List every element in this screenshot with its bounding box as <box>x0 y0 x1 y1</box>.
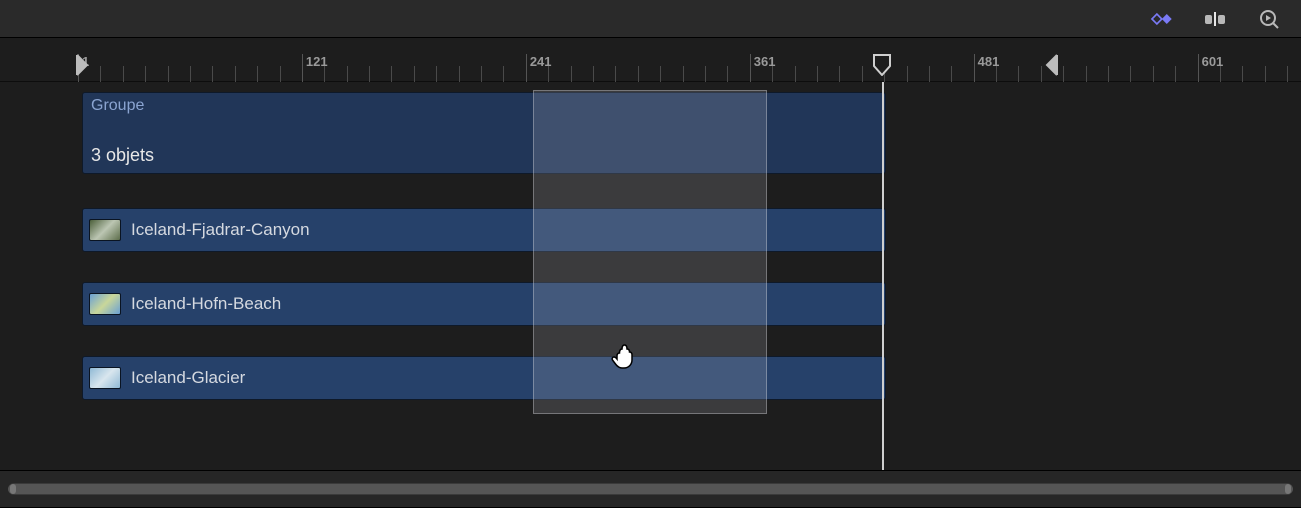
horizontal-scrollbar[interactable] <box>0 470 1301 508</box>
ruler-major-tick <box>302 54 303 82</box>
ruler-major-tick <box>974 54 975 82</box>
scrollbar-grip-right[interactable] <box>1285 484 1291 494</box>
ruler-minor-tick <box>862 66 863 82</box>
time-ruler[interactable]: 1121241361481601 <box>0 38 1301 82</box>
ruler-minor-tick <box>660 66 661 82</box>
keyframe-editor-icon[interactable] <box>1147 10 1175 28</box>
ruler-minor-tick <box>683 66 684 82</box>
ruler-minor-tick <box>1175 66 1176 82</box>
out-point-marker[interactable] <box>1044 54 1058 76</box>
group-title: Groupe <box>91 97 144 115</box>
ruler-minor-tick <box>347 66 348 82</box>
media-clip[interactable]: Iceland-Hofn-Beach <box>82 282 886 326</box>
playhead[interactable] <box>882 82 884 470</box>
ruler-minor-tick <box>168 66 169 82</box>
ruler-minor-tick <box>1153 66 1154 82</box>
ruler-minor-tick <box>280 66 281 82</box>
ruler-minor-tick <box>369 66 370 82</box>
playhead-handle[interactable] <box>873 54 891 76</box>
ruler-minor-tick <box>951 66 952 82</box>
ruler-minor-tick <box>190 66 191 82</box>
ruler-minor-tick <box>145 66 146 82</box>
ruler-label: 121 <box>306 54 328 69</box>
timeline-panel: 1121241361481601 Groupe 3 objets Iceland… <box>0 38 1301 470</box>
ruler-label: 361 <box>754 54 776 69</box>
preview-play-icon[interactable] <box>1255 10 1283 28</box>
ruler-minor-tick <box>638 66 639 82</box>
ruler-minor-tick <box>1108 66 1109 82</box>
scrollbar-track[interactable] <box>8 483 1293 495</box>
ruler-minor-tick <box>100 66 101 82</box>
ruler-minor-tick <box>1063 66 1064 82</box>
ruler-minor-tick <box>503 66 504 82</box>
group-subtitle: 3 objets <box>91 145 154 166</box>
ruler-minor-tick <box>391 66 392 82</box>
group-clip[interactable]: Groupe 3 objets <box>82 92 886 174</box>
clip-thumbnail <box>89 219 121 241</box>
ruler-minor-tick <box>929 66 930 82</box>
ruler-minor-tick <box>212 66 213 82</box>
ruler-minor-tick <box>1018 66 1019 82</box>
ruler-minor-tick <box>705 66 706 82</box>
ruler-minor-tick <box>1242 66 1243 82</box>
clip-label: Iceland-Glacier <box>131 368 245 388</box>
ruler-minor-tick <box>615 66 616 82</box>
ruler-minor-tick <box>593 66 594 82</box>
ruler-label: 601 <box>1202 54 1224 69</box>
ruler-minor-tick <box>1041 66 1042 82</box>
clip-label: Iceland-Hofn-Beach <box>131 294 281 314</box>
clip-thumbnail <box>89 367 121 389</box>
ruler-minor-tick <box>727 66 728 82</box>
scrollbar-thumb[interactable] <box>8 484 1293 494</box>
ruler-minor-tick <box>1265 66 1266 82</box>
marker-tool-icon[interactable] <box>1201 10 1229 28</box>
ruler-minor-tick <box>123 66 124 82</box>
clip-label: Iceland-Fjadrar-Canyon <box>131 220 310 240</box>
ruler-minor-tick <box>1287 66 1288 82</box>
scrollbar-grip-left[interactable] <box>10 484 16 494</box>
ruler-minor-tick <box>907 66 908 82</box>
ruler-label: 241 <box>530 54 552 69</box>
clip-thumbnail <box>89 293 121 315</box>
in-point-marker[interactable] <box>76 54 90 76</box>
ruler-minor-tick <box>839 66 840 82</box>
tracks-container: Groupe 3 objets Iceland-Fjadrar-Canyon Ic… <box>0 82 1301 470</box>
ruler-major-tick <box>750 54 751 82</box>
ruler-major-tick <box>526 54 527 82</box>
ruler-minor-tick <box>414 66 415 82</box>
ruler-major-tick <box>1198 54 1199 82</box>
ruler-minor-tick <box>1086 66 1087 82</box>
ruler-label: 481 <box>978 54 1000 69</box>
ruler-minor-tick <box>817 66 818 82</box>
ruler-minor-tick <box>571 66 572 82</box>
ruler-minor-tick <box>481 66 482 82</box>
ruler-minor-tick <box>795 66 796 82</box>
media-clip[interactable]: Iceland-Glacier <box>82 356 886 400</box>
ruler-minor-tick <box>235 66 236 82</box>
ruler-minor-tick <box>436 66 437 82</box>
ruler-minor-tick <box>257 66 258 82</box>
ruler-minor-tick <box>1130 66 1131 82</box>
timeline-toolbar <box>0 0 1301 38</box>
media-clip[interactable]: Iceland-Fjadrar-Canyon <box>82 208 886 252</box>
ruler-minor-tick <box>459 66 460 82</box>
